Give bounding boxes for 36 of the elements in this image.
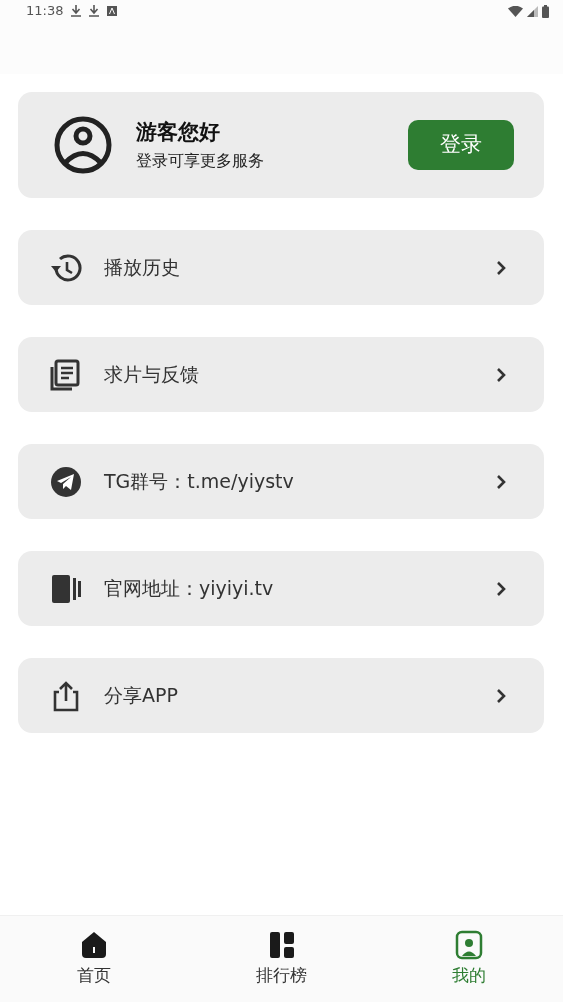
tab-label: 我的 — [452, 964, 487, 987]
chevron-right-icon — [496, 259, 506, 276]
chevron-right-icon — [496, 473, 506, 490]
nav-tab[interactable]: 排行榜 — [187, 916, 376, 1002]
chevron-right-icon — [496, 687, 506, 704]
menu-item[interactable]: 播放历史 — [18, 230, 544, 305]
download-icon — [71, 5, 82, 17]
history-icon — [50, 251, 82, 284]
chevron-right-icon — [496, 366, 506, 383]
menu-item[interactable]: 求片与反馈 — [18, 337, 544, 412]
wifi-icon — [508, 5, 523, 17]
menu-label: 求片与反馈 — [104, 362, 200, 388]
paper-plane-icon — [50, 465, 82, 498]
login-hint: 登录可享更多服务 — [136, 149, 265, 172]
notification-icon — [107, 6, 118, 16]
tab-label: 首页 — [76, 964, 111, 987]
nav-tab[interactable]: 我的 — [375, 916, 563, 1002]
greeting-title: 游客您好 — [136, 119, 221, 147]
menu-label: TG群号：t.me/yiystv — [104, 469, 295, 495]
menu-item[interactable]: 分享APP — [18, 658, 544, 733]
menu-label: 分享APP — [104, 683, 179, 709]
menu-label: 官网地址：yiyiyi.tv — [104, 576, 275, 602]
battery-icon — [542, 4, 549, 18]
signal-icon — [527, 5, 538, 17]
nav-tab[interactable]: 首页 — [0, 916, 188, 1002]
status-time: 11:38 — [26, 2, 64, 21]
tab-label: 排行榜 — [256, 964, 307, 987]
menu-item[interactable]: TG群号：t.me/yiystv — [18, 444, 544, 519]
menu-item[interactable]: 官网地址：yiyiyi.tv — [18, 551, 544, 626]
download-icon — [89, 5, 100, 17]
chevron-right-icon — [496, 580, 506, 597]
menu-label: 播放历史 — [104, 255, 181, 281]
user-avatar-icon — [54, 116, 112, 174]
user-icon — [454, 930, 485, 960]
list-icon — [50, 358, 82, 391]
login-button[interactable]: 登录 — [408, 120, 514, 170]
